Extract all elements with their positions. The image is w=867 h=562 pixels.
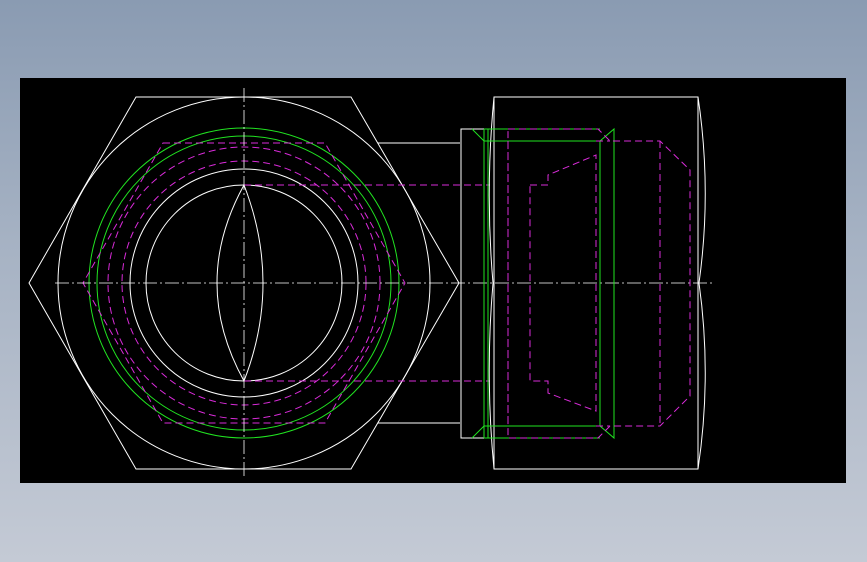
drawing-canvas — [28, 88, 712, 478]
front-view — [28, 88, 712, 478]
thread-body — [484, 127, 615, 440]
thread-chamfer-bottom — [471, 425, 485, 439]
thread-chamfer-top — [471, 128, 485, 142]
cad-viewport[interactable] — [20, 78, 846, 483]
hidden-profile-outer — [507, 128, 691, 439]
